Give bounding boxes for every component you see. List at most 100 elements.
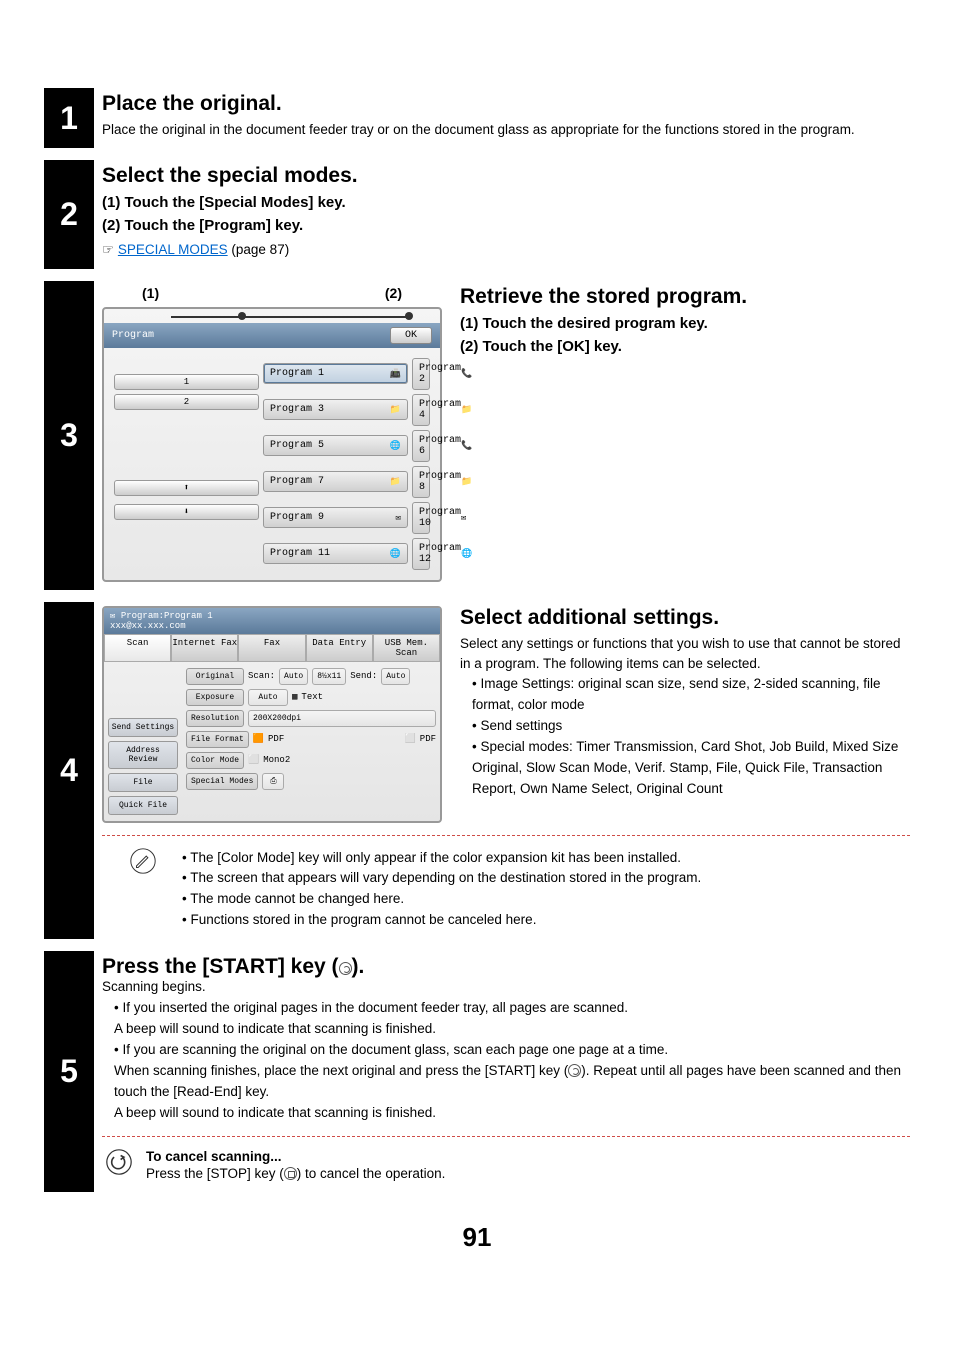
- program-3-label: Program 3: [270, 404, 324, 415]
- ok-button[interactable]: OK: [390, 327, 432, 344]
- program-screen-titlebar: Program OK: [104, 323, 440, 348]
- left-buttons-col: Send Settings Address Review File Quick …: [104, 662, 182, 821]
- program-grid: Program 1📠 Program 2📞 1 2 Program 3📁 Pro…: [104, 348, 440, 580]
- step-4-bullet-1: Image Settings: original scan size, send…: [472, 674, 910, 716]
- settings-title-line2: xxx@xx.xxx.com: [110, 621, 186, 631]
- program-1-label: Program 1: [270, 368, 324, 379]
- step-5-number: 5: [44, 951, 94, 1192]
- send-label: Send:: [350, 671, 377, 681]
- page-number: 91: [44, 1222, 910, 1253]
- step-4-separator: [102, 835, 910, 836]
- step-4-note-1: The [Color Mode] key will only appear if…: [182, 848, 910, 869]
- program-5-button[interactable]: Program 5🌐: [263, 435, 408, 456]
- original-button[interactable]: Original: [186, 668, 244, 685]
- program-11-button[interactable]: Program 11🌐: [263, 543, 408, 564]
- step-4-row: 4 ✉ Program:Program 1 xxx@xx.xxx.com Sca…: [44, 602, 910, 940]
- mono-icon: ⬜: [248, 755, 259, 765]
- right-settings-col: Original Scan: Auto 8½x11 Send: Auto Exp…: [182, 662, 440, 821]
- resolution-value: 200X200dpi: [248, 710, 436, 727]
- program-8-button[interactable]: Program 8📁: [412, 466, 430, 498]
- callout-dot-1: [238, 312, 246, 320]
- step-3-text-col: Retrieve the stored program. (1) Touch t…: [460, 285, 910, 582]
- program-4-button[interactable]: Program 4📁: [412, 394, 430, 426]
- special-modes-button[interactable]: Special Modes: [186, 773, 258, 790]
- tab-data-entry[interactable]: Data Entry: [306, 634, 373, 662]
- settings-screen: ✉ Program:Program 1 xxx@xx.xxx.com Scan …: [102, 606, 442, 823]
- step-4-note-row: The [Color Mode] key will only appear if…: [102, 848, 910, 932]
- program-12-button[interactable]: Program 12🌐: [412, 538, 430, 570]
- step-5-b2-after-pre: When scanning finishes, place the next o…: [114, 1063, 568, 1078]
- step-4-text-col: Select additional settings. Select any s…: [460, 606, 910, 823]
- address-review-button[interactable]: Address Review: [108, 741, 178, 769]
- step-4-body: ✉ Program:Program 1 xxx@xx.xxx.com Scan …: [102, 602, 910, 940]
- tab-scan[interactable]: Scan: [104, 634, 171, 662]
- special-modes-icon: ⎙: [262, 773, 284, 790]
- exposure-text-value: Text: [301, 692, 323, 702]
- resolution-button[interactable]: Resolution: [186, 710, 244, 727]
- step-3-title: Retrieve the stored program.: [460, 285, 910, 309]
- fax-icon: 📠: [390, 369, 401, 379]
- program-1-button[interactable]: Program 1 📠: [263, 363, 408, 384]
- step-5-b1-after: A beep will sound to indicate that scann…: [114, 1019, 910, 1040]
- scan-label: Scan:: [248, 671, 275, 681]
- step-4-screen-col: ✉ Program:Program 1 xxx@xx.xxx.com Scan …: [102, 606, 442, 823]
- step-5-list: If you inserted the original pages in th…: [114, 998, 910, 1019]
- cancel-note-body: To cancel scanning... Press the [STOP] k…: [146, 1149, 910, 1184]
- program-screen-title: Program: [112, 330, 154, 341]
- callout-1-label: (1): [142, 285, 159, 301]
- globe-icon: 🌐: [390, 549, 401, 559]
- program-9-button[interactable]: Program 9✉: [263, 507, 408, 528]
- program-10-button[interactable]: Program 10✉: [412, 502, 430, 534]
- tab-usb-mem-scan[interactable]: USB Mem. Scan: [373, 634, 440, 662]
- cancel-body-post: ) to cancel the operation.: [297, 1166, 446, 1181]
- program-3-button[interactable]: Program 3 📁: [263, 399, 408, 420]
- folder-icon: 📁: [390, 405, 401, 415]
- tab-internet-fax[interactable]: Internet Fax: [171, 634, 238, 662]
- scan-auto-value: Auto: [279, 668, 308, 685]
- step-3-number: 3: [44, 281, 94, 590]
- scroll-down-button[interactable]: ⬇: [114, 504, 259, 520]
- step-5-cancel-row: To cancel scanning... Press the [STOP] k…: [102, 1149, 910, 1184]
- step-2-title: Select the special modes.: [102, 164, 910, 188]
- settings-title-line1: Program:Program 1: [121, 611, 213, 621]
- special-modes-link-suffix: (page 87): [228, 242, 290, 257]
- file-format-button[interactable]: File Format: [186, 731, 249, 748]
- program-2-button[interactable]: Program 2📞: [412, 358, 430, 390]
- step-5-b2-after: When scanning finishes, place the next o…: [114, 1061, 910, 1103]
- callout-2-label: (2): [385, 285, 402, 301]
- program-8-label: Program 8: [419, 471, 461, 493]
- send-auto-value: Auto: [381, 668, 410, 685]
- step-5-row: 5 Press the [START] key (). Scanning beg…: [44, 951, 910, 1192]
- cancel-icon: [106, 1149, 132, 1180]
- scroll-up-button[interactable]: ⬆: [114, 480, 259, 496]
- step-3-row: 3 (1) (2) Program OK: [44, 281, 910, 590]
- exposure-button[interactable]: Exposure: [186, 689, 244, 706]
- program-6-button[interactable]: Program 6📞: [412, 430, 430, 462]
- step-4-note-2: The screen that appears will vary depend…: [182, 868, 910, 889]
- send-settings-button[interactable]: Send Settings: [108, 718, 178, 737]
- step-1-row: 1 Place the original. Place the original…: [44, 88, 910, 148]
- step-4-bullet-3: Special modes: Timer Transmission, Card …: [472, 737, 910, 800]
- scanning-begins-text: Scanning begins.: [102, 979, 910, 994]
- step-5-b2-after2: A beep will sound to indicate that scann…: [114, 1103, 910, 1124]
- exposure-mode-icon: ▦: [292, 692, 297, 702]
- step-4-bullets: Image Settings: original scan size, send…: [472, 674, 910, 800]
- program-7-button[interactable]: Program 7📁: [263, 471, 408, 492]
- special-modes-link[interactable]: SPECIAL MODES: [118, 242, 228, 257]
- start-key-icon: [339, 962, 352, 975]
- step-5-list-2: If you are scanning the original on the …: [114, 1040, 910, 1061]
- program-7-label: Program 7: [270, 476, 324, 487]
- file-format-right-value: PDF: [420, 734, 436, 744]
- step-4-note-4: Functions stored in the program cannot b…: [182, 910, 910, 931]
- pencil-icon: [130, 848, 156, 879]
- tab-fax[interactable]: Fax: [238, 634, 305, 662]
- color-mode-button[interactable]: Color Mode: [186, 752, 244, 769]
- start-key-icon-2: [568, 1064, 581, 1077]
- program-9-label: Program 9: [270, 512, 324, 523]
- quick-file-button[interactable]: Quick File: [108, 796, 178, 815]
- pdf-mono-icon: ⬜: [405, 734, 416, 744]
- step-1-number: 1: [44, 88, 94, 148]
- scan-size-value: 8½x11: [312, 668, 346, 685]
- file-button[interactable]: File: [108, 773, 178, 792]
- step-1-desc: Place the original in the document feede…: [102, 120, 910, 140]
